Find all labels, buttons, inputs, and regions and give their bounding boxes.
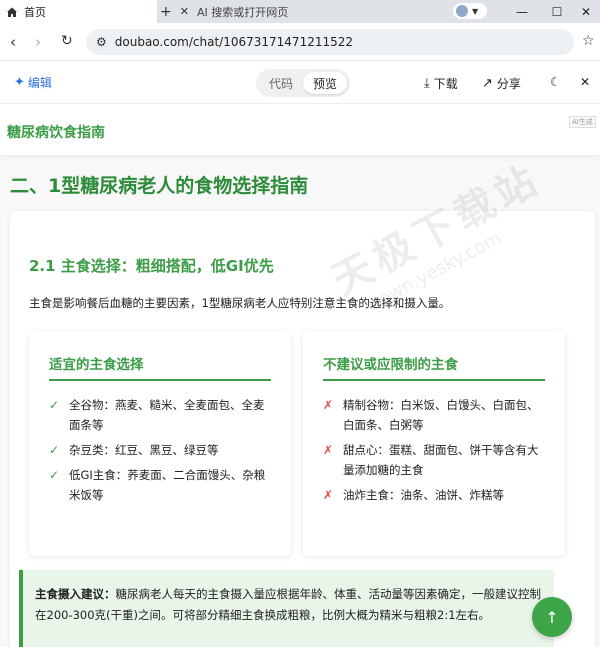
cross-icon: ✗ [323,443,334,457]
cross-icon: ✗ [323,488,334,502]
check-icon: ✓ [49,468,60,482]
edit-button[interactable]: ✦ 编辑 [14,74,52,91]
check-icon: ✓ [49,443,60,457]
ai-generated-badge: AI生成 [569,116,596,128]
divider [323,379,545,381]
list-item-text: 油炸主食：油条、油饼、炸糕等 [343,488,504,502]
view-toggle: 代码 预览 [256,69,350,97]
advice-label: 主食摄入建议： [35,587,116,601]
site-header: 糖尿病饮食指南 AI生成 [0,105,600,155]
reload-icon[interactable]: ↻ [61,33,73,49]
theme-toggle-button[interactable]: ☾ [550,75,561,89]
list-item-text: 甜点心：蛋糕、甜面包、饼干等含有大量添加糖的主食 [343,443,539,477]
intro-text: 主食是影响餐后血糖的主要因素，1型糖尿病老人应特别注意主食的选择和摄入量。 [29,296,451,310]
divider [49,379,271,381]
subsection-title: 2.1 主食选择：粗细搭配，低GI优先 [29,257,274,275]
check-icon: ✓ [49,398,60,412]
list-item-text: 低GI主食：荞麦面、二合面馒头、杂粮米饭等 [69,468,266,502]
site-settings-icon[interactable]: ⚙ [96,35,107,49]
chevron-down-icon: ▼ [472,6,479,16]
scroll-to-top-button[interactable]: ↑ [532,597,572,637]
tab-home[interactable]: 首页 [0,0,157,23]
list-item: ✓ 杂豆类：红豆、黑豆、绿豆等 [49,440,271,460]
section-title: 二、1型糖尿病老人的食物选择指南 [10,175,309,197]
advice-box: 主食摄入建议：糖尿病老人每天的主食摄入量应根据年龄、体重、活动量等因素确定，一般… [19,570,554,647]
list-item-text: 全谷物：燕麦、糙米、全麦面包、全麦面条等 [69,398,265,432]
app-header: ✦ 编辑 代码 预览 ⤓ 下载 ↗ 分享 ☾ ✕ [0,62,600,104]
profile-button[interactable]: ▼ [453,3,487,19]
moon-icon: ☾ [550,75,561,89]
avatar-icon [456,5,468,17]
address-bar: ‹ › ↻ ⚙ doubao.com/chat/1067317147121152… [0,23,600,61]
tab-home-label: 首页 [24,5,46,19]
edit-label: 编辑 [27,76,52,90]
url-text: doubao.com/chat/10673171471211522 [114,35,354,49]
download-icon: ⤓ [424,76,430,91]
share-label: 分享 [496,77,521,91]
recommended-card: 适宜的主食选择 ✓ 全谷物：燕麦、糙米、全麦面包、全麦面条等 ✓ 杂豆类：红豆、黑豆… [29,331,291,556]
plus-icon[interactable]: + [160,4,172,20]
recommended-title: 适宜的主食选择 [49,357,144,373]
tab-new[interactable]: + ✕ AI 搜索或打开网页 [160,0,430,23]
forward-icon[interactable]: › [35,33,41,51]
download-button[interactable]: ⤓ 下载 [424,75,458,92]
limited-title: 不建议或应限制的主食 [323,357,458,373]
preview-content: 糖尿病饮食指南 AI生成 二、1型糖尿病老人的食物选择指南 2.1 主食选择：粗… [0,105,600,647]
list-item-text: 杂豆类：红豆、黑豆、绿豆等 [69,443,219,457]
list-item-text: 精制谷物：白米饭、白馒头、白面包、白面条、白粥等 [343,398,539,432]
download-label: 下载 [433,77,458,91]
close-icon[interactable]: ✕ [180,5,189,18]
tab-code[interactable]: 代码 [259,72,303,94]
limited-card: 不建议或应限制的主食 ✗ 精制谷物：白米饭、白馒头、白面包、白面条、白粥等 ✗ 甜点… [303,331,565,556]
share-button[interactable]: ↗ 分享 [482,75,521,92]
list-item: ✗ 精制谷物：白米饭、白馒头、白面包、白面条、白粥等 [323,395,545,435]
list-item: ✓ 低GI主食：荞麦面、二合面馒头、杂粮米饭等 [49,465,271,505]
share-icon: ↗ [482,76,493,91]
sparkle-icon: ✦ [14,75,25,90]
recommended-list: ✓ 全谷物：燕麦、糙米、全麦面包、全麦面条等 ✓ 杂豆类：红豆、黑豆、绿豆等 ✓ 低G… [49,395,271,510]
site-title: 糖尿病饮食指南 [7,125,105,141]
cross-icon: ✗ [323,398,334,412]
advice-text: 主食摄入建议：糖尿病老人每天的主食摄入量应根据年龄、体重、活动量等因素确定，一般… [35,584,547,626]
minimize-button[interactable]: — [502,0,542,23]
list-item: ✗ 油炸主食：油条、油饼、炸糕等 [323,485,545,505]
close-preview-button[interactable]: ✕ [580,75,590,89]
url-field[interactable]: ⚙ doubao.com/chat/10673171471211522 [86,29,574,55]
home-icon [7,7,17,17]
list-item: ✓ 全谷物：燕麦、糙米、全麦面包、全麦面条等 [49,395,271,435]
back-icon[interactable]: ‹ [10,33,16,51]
arrow-up-icon: ↑ [545,607,559,627]
close-icon: ✕ [580,75,591,89]
browser-tab-strip: 首页 + ✕ AI 搜索或打开网页 ▼ — ☐ ✕ [0,0,600,23]
limited-list: ✗ 精制谷物：白米饭、白馒头、白面包、白面条、白粥等 ✗ 甜点心：蛋糕、甜面包、饼干… [323,395,545,510]
bookmark-star-icon[interactable]: ☆ [582,33,595,49]
close-window-button[interactable]: ✕ [566,0,600,23]
list-item: ✗ 甜点心：蛋糕、甜面包、饼干等含有大量添加糖的主食 [323,440,545,480]
tab-new-label: AI 搜索或打开网页 [196,5,289,19]
tab-preview[interactable]: 预览 [303,72,347,94]
